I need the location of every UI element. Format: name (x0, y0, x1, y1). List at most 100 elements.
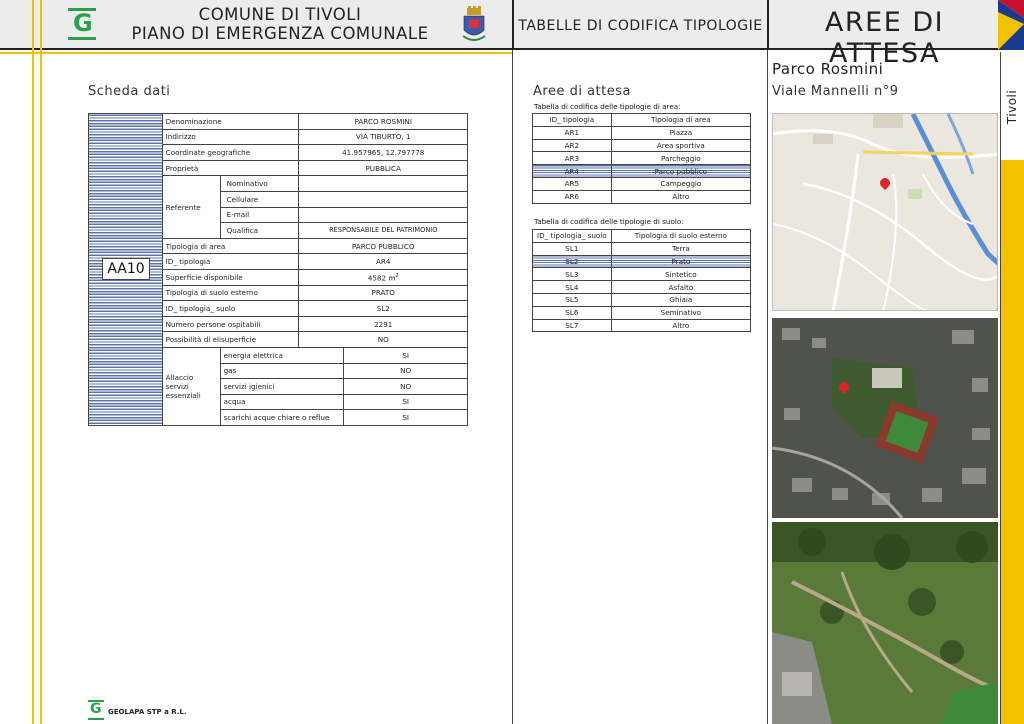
code-id-cell: AR2 (532, 138, 612, 153)
table-row: SL4 Asfalto (532, 280, 752, 294)
row-value: RESPONSABILE DEL PATRIMONIO (298, 222, 468, 239)
table-row: AR1 Piazza (532, 125, 752, 140)
row-value: PRATO (298, 284, 468, 302)
column-divider (512, 50, 513, 724)
code-name-cell: Piazza (610, 125, 752, 140)
row-value: VIA TIBURTO, 1 (298, 128, 468, 146)
tivoli-crest-icon (461, 6, 487, 44)
code-id-cell: SL4 (532, 280, 612, 294)
row-value: NO (298, 331, 468, 348)
sub-label: servizi igienici (219, 378, 345, 395)
table-row: SL2 Prato (532, 254, 752, 269)
column-header: ID_ tipologia_ suolo (532, 229, 612, 243)
soil-table-caption: Tabella di codifica delle tipologie di s… (534, 217, 684, 226)
table-row: AR5 Campeggio (532, 176, 752, 191)
row-value (298, 175, 468, 192)
code-id-cell: AR4 (532, 164, 612, 178)
margin-line (0, 52, 512, 54)
footer-logo-letter: G (90, 701, 102, 717)
data-sheet: AA10 Denominazione PARCO ROSMINI Indiriz… (88, 113, 468, 426)
row-label: Proprietà (161, 159, 300, 177)
area-code-table: ID_ tipologia Tipologia di area AR1 Piazz… (532, 113, 752, 204)
footer-brand-text: GEOLAPA STP a R.L. (108, 708, 187, 716)
row-value (298, 206, 468, 224)
code-id-cell: AR5 (532, 176, 612, 191)
column-header: Tipologia di area (610, 113, 752, 127)
satellite-view (772, 318, 998, 518)
sub-label: Cellulare (219, 190, 300, 208)
table-row: AA10 Denominazione PARCO ROSMINI (88, 113, 468, 426)
column-header: ID_ tipologia (532, 113, 612, 127)
code-name-cell: Campeggio (610, 176, 752, 191)
row-label: Tipologia di suolo esterno (161, 284, 300, 302)
sub-label: energia elettrica (219, 346, 345, 364)
logo-letter: G (73, 9, 93, 37)
code-id-cell: AR1 (532, 125, 612, 140)
row-label: Possibilità di elisuperficie (161, 331, 300, 348)
column-divider (767, 50, 768, 724)
row-label: Coordinate geografiche (161, 144, 300, 161)
table-header-row: ID_ tipologia_ suolo Tipologia di suolo … (532, 229, 752, 243)
surface-unit-exponent: 2 (395, 272, 399, 279)
row-value: SI (343, 393, 468, 411)
row-label: Allaccio servizi essenziali (161, 346, 221, 426)
code-name-cell: Asfalto (610, 280, 752, 294)
table-row: SL7 Altro (532, 318, 752, 333)
center-title: TABELLE DI CODIFICA TIPOLOGIE (518, 18, 763, 34)
code-name-cell: Parco pubblico (610, 164, 752, 178)
sub-label: gas (219, 362, 345, 380)
row-value: 41.957965, 12.797778 (298, 144, 468, 161)
sub-label: acqua (219, 393, 345, 411)
aerial-view (772, 522, 998, 724)
row-value: AR4 (298, 253, 468, 270)
side-tab: Tivoli (1000, 52, 1024, 724)
row-label: ID_ tipologia_ suolo (161, 300, 300, 317)
row-label: Indirizzo (161, 128, 300, 146)
table-header-row: ID_ tipologia Tipologia di area (532, 113, 752, 127)
code-id-cell: AR6 (532, 189, 612, 204)
area-code-cell: AA10 (88, 113, 163, 426)
code-name-cell: Altro (610, 189, 752, 204)
header-divider (512, 0, 514, 50)
row-label: Tipologia di area (161, 237, 300, 255)
municipality-line2: PIANO DI EMERGENZA COMUNALE (131, 24, 429, 43)
row-value: SI (343, 409, 468, 426)
code-name-cell: Area sportiva (610, 138, 752, 153)
code-id-cell: SL6 (532, 305, 612, 320)
section-title-scheda: Scheda dati (88, 84, 171, 99)
place-name: Parco Rosmini (772, 60, 884, 78)
code-name-cell: Terra (610, 241, 752, 256)
soil-code-table: ID_ tipologia_ suolo Tipologia di suolo … (532, 229, 752, 333)
code-name-cell: Prato (610, 254, 752, 269)
row-value: PARCO ROSMINI (298, 113, 468, 130)
sub-label: Nominativo (219, 175, 300, 192)
street-map (772, 113, 998, 311)
code-name-cell: Parcheggio (610, 151, 752, 166)
row-value: 2291 (298, 315, 468, 333)
row-label: Referente (161, 175, 221, 239)
table-row: SL3 Sintetico (532, 267, 752, 282)
surface-value: 4582 m (367, 272, 396, 282)
table-row: AR3 Parcheggio (532, 151, 752, 166)
row-label: Denominazione (161, 113, 300, 130)
side-tab-label: Tivoli (1005, 89, 1019, 125)
row-value: 4582 m2 (298, 268, 468, 286)
code-name-cell: Seminativo (610, 305, 752, 320)
row-value: NO (343, 378, 468, 395)
table-row: AR6 Altro (532, 189, 752, 204)
code-id-cell: SL7 (532, 318, 612, 333)
code-name-cell: Altro (610, 318, 752, 333)
row-value: PARCO PUBBLICO (298, 237, 468, 255)
code-id-cell: AR3 (532, 151, 612, 166)
margin-line (40, 0, 42, 724)
table-row: AR2 Area sportiva (532, 138, 752, 153)
table-row: SL5 Ghiaia (532, 292, 752, 307)
sub-label: E-mail (219, 206, 300, 224)
margin-line (32, 0, 34, 724)
header-divider (767, 0, 769, 50)
table-row: SL6 Seminativo (532, 305, 752, 320)
row-value: NO (343, 362, 468, 380)
row-value: SL2 (298, 300, 468, 317)
table-row: AR4 Parco pubblico (532, 164, 752, 178)
section-title-aree: Aree di attesa (533, 84, 631, 99)
